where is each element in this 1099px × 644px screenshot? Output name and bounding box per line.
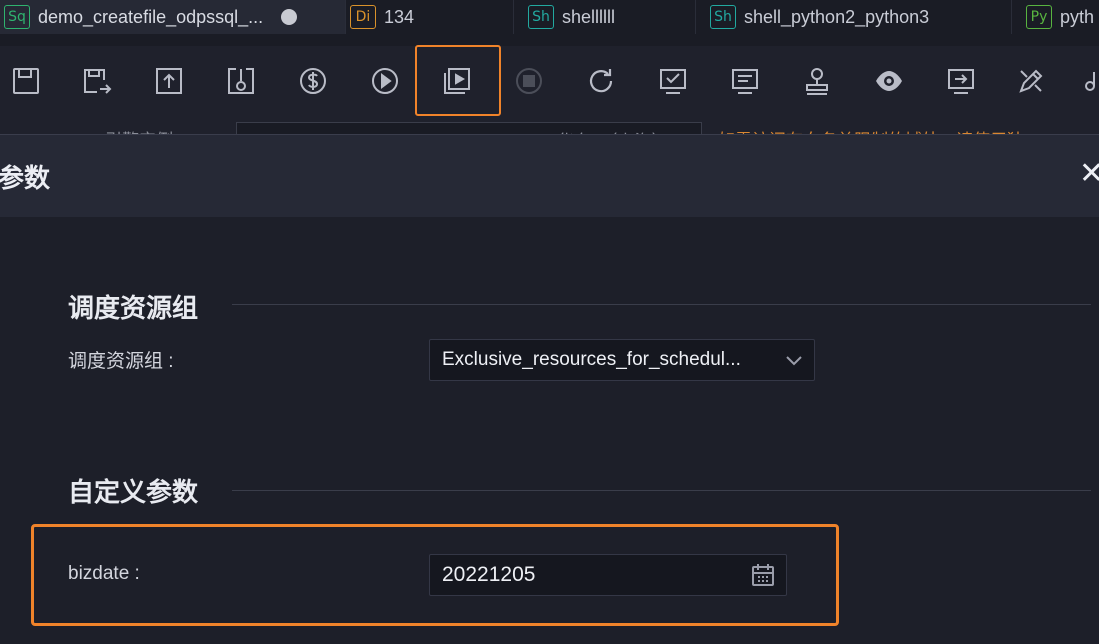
- bizdate-date-picker[interactable]: 20221205: [429, 554, 787, 596]
- preview-icon[interactable]: [872, 64, 906, 98]
- save-as-icon[interactable]: [80, 64, 114, 98]
- close-icon[interactable]: ✕: [1079, 159, 1099, 189]
- shell-file-icon: Sh: [528, 5, 554, 29]
- section-divider: [232, 490, 1091, 491]
- editor-toolbar: [0, 46, 1099, 116]
- tab-label: demo_createfile_odpssql_...: [38, 6, 264, 27]
- data-integration-icon: Di: [350, 5, 376, 29]
- chevron-down-icon[interactable]: [774, 354, 814, 366]
- stop-icon[interactable]: [512, 64, 546, 98]
- schedule-group-value: Exclusive_resources_for_schedul...: [442, 349, 741, 370]
- save-icon[interactable]: [9, 64, 43, 98]
- more-icon[interactable]: [1080, 64, 1099, 98]
- edit-icon[interactable]: [1014, 64, 1048, 98]
- section-divider: [232, 304, 1091, 305]
- bizdate-value: 20221205: [442, 563, 536, 586]
- schedule-group-select[interactable]: Exclusive_resources_for_schedul...: [429, 339, 815, 381]
- tab-label: shellllll: [562, 6, 616, 27]
- tab-python[interactable]: Py pyth: [1012, 0, 1099, 34]
- dialog-header: 参数 ✕: [0, 135, 1099, 217]
- tab-di-134[interactable]: Di 134: [346, 0, 514, 34]
- tab-label: pyth: [1060, 6, 1095, 27]
- dialog-title: 参数: [0, 162, 51, 193]
- schedule-section-title: 调度资源组: [68, 293, 199, 323]
- submit-icon[interactable]: [224, 64, 258, 98]
- check-icon[interactable]: [656, 64, 690, 98]
- tab-shell[interactable]: Sh shellllll: [514, 0, 696, 34]
- export-icon[interactable]: [944, 64, 978, 98]
- shell-file-icon: Sh: [710, 5, 736, 29]
- bizdate-label: bizdate :: [68, 563, 140, 584]
- deploy-icon[interactable]: [800, 64, 834, 98]
- ide-window: Sq demo_createfile_odpssql_... Di 134 Sh…: [0, 0, 1099, 644]
- format-icon[interactable]: [728, 64, 762, 98]
- cost-estimate-icon[interactable]: [296, 64, 330, 98]
- sql-file-icon: Sq: [4, 5, 30, 29]
- tab-label: shell_python2_python3: [744, 6, 930, 27]
- schedule-group-label: 调度资源组 :: [68, 351, 174, 372]
- run-with-params-icon[interactable]: [440, 64, 474, 98]
- run-icon[interactable]: [368, 64, 402, 98]
- upload-icon[interactable]: [152, 64, 186, 98]
- python-file-icon: Py: [1026, 5, 1052, 29]
- calendar-icon[interactable]: [740, 562, 786, 588]
- tab-label: 134: [384, 6, 415, 27]
- editor-tab-bar: Sq demo_createfile_odpssql_... Di 134 Sh…: [0, 0, 1099, 46]
- tab-odpssql[interactable]: Sq demo_createfile_odpssql_...: [0, 0, 346, 34]
- unsaved-dot-icon[interactable]: [281, 9, 298, 25]
- tab-shell-python[interactable]: Sh shell_python2_python3: [696, 0, 1012, 34]
- reload-icon[interactable]: [584, 64, 618, 98]
- custom-params-section-title: 自定义参数: [68, 477, 199, 507]
